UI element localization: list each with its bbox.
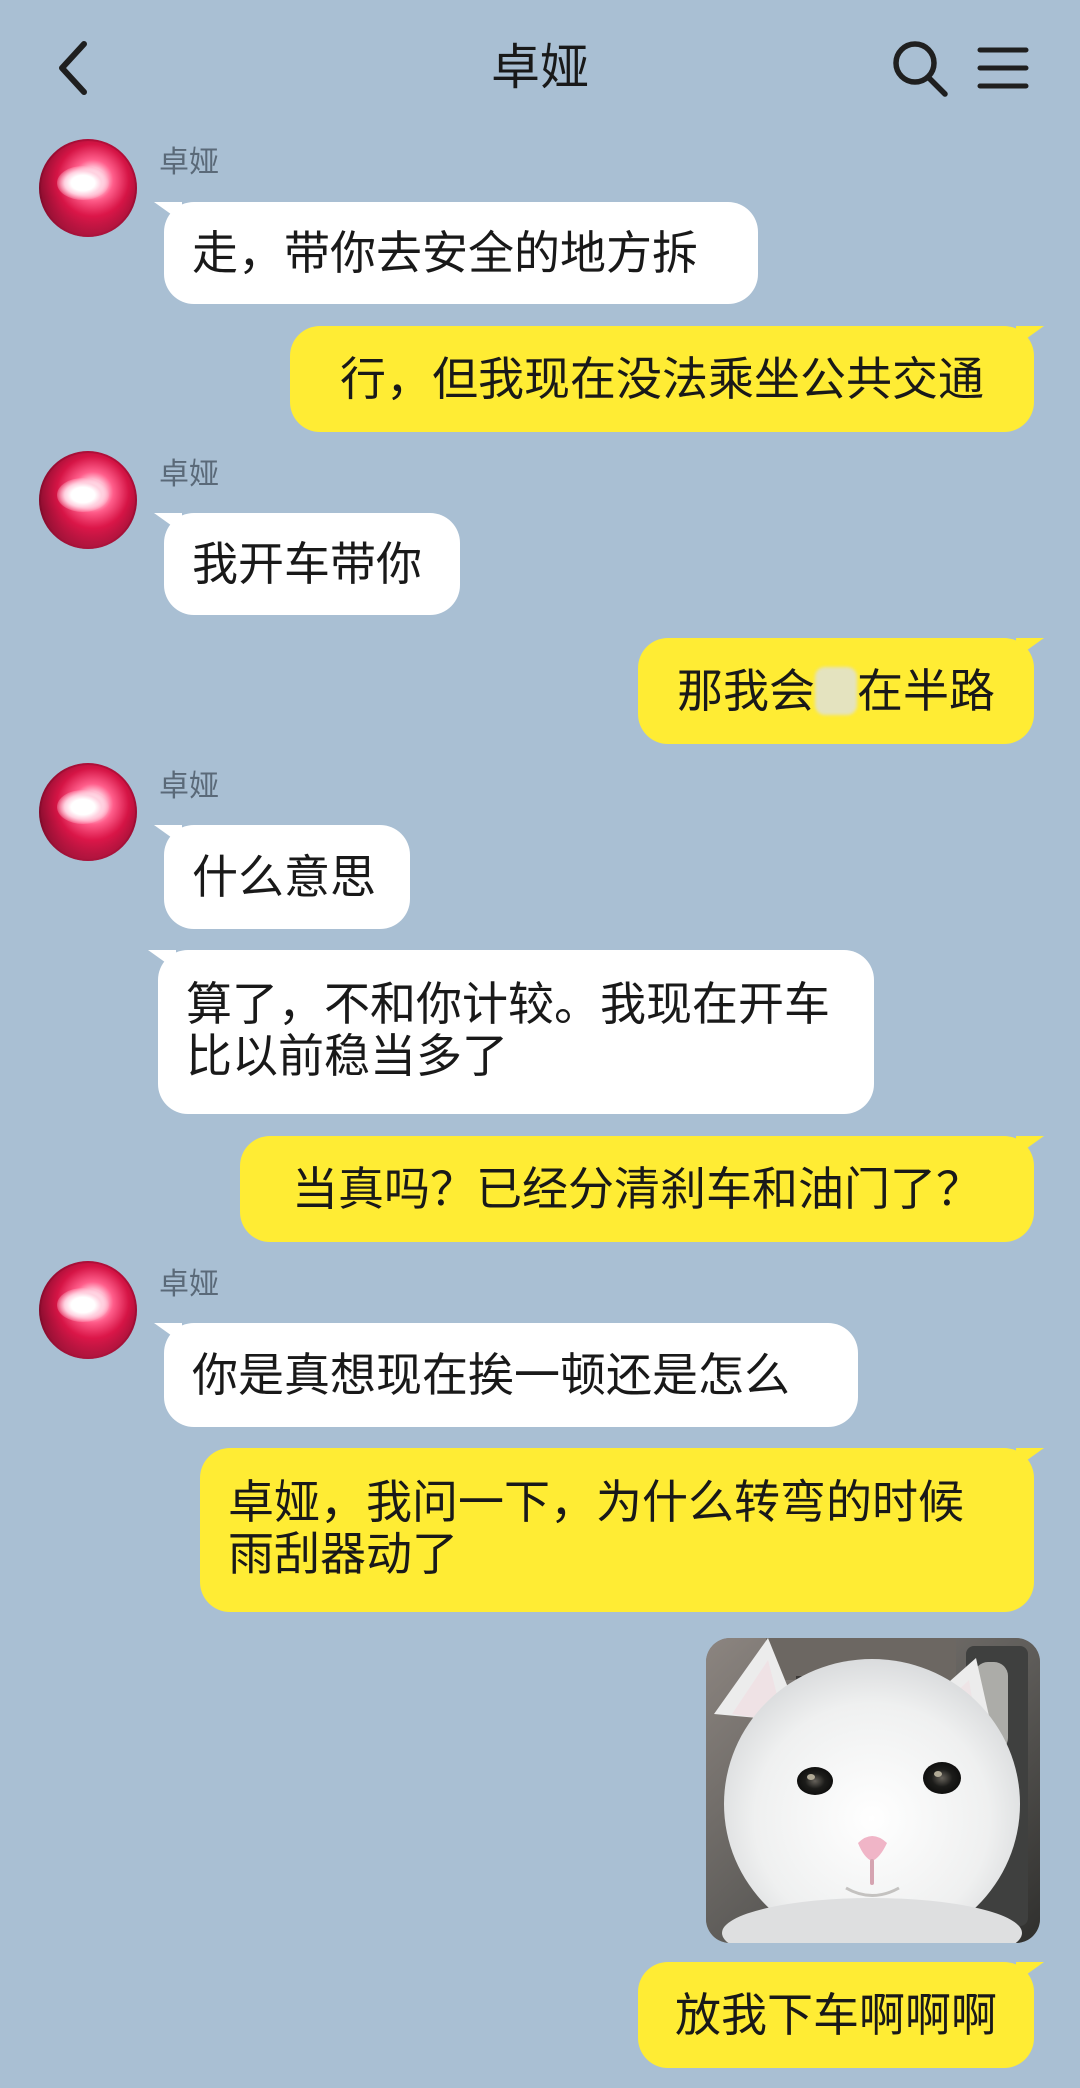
contact-avatar[interactable]: [39, 451, 137, 549]
sender-name: 卓娅: [159, 145, 219, 180]
message-bubble-received[interactable]: 你是真想现在挨一顿还是怎么: [164, 1323, 858, 1427]
contact-avatar[interactable]: [39, 763, 137, 861]
chat-header: 卓娅: [0, 0, 1080, 132]
message-bubble-sent[interactable]: 当真吗？已经分清刹车和油门了？: [240, 1136, 1034, 1242]
message-bubble-received[interactable]: 走，带你去安全的地方拆: [164, 202, 758, 304]
message-bubble-received[interactable]: 算了，不和你计较。我现在开车比以前稳当多了: [158, 950, 874, 1114]
message-bubble-sent[interactable]: 行，但我现在没法乘坐公共交通: [290, 326, 1034, 432]
sender-name: 卓娅: [159, 1267, 219, 1302]
message-bubble-sent[interactable]: 卓娅，我问一下，为什么转弯的时候雨刮器动了: [200, 1448, 1034, 1612]
sender-name: 卓娅: [159, 769, 219, 804]
hamburger-menu-icon: [977, 47, 1029, 89]
blurred-character: [815, 667, 857, 715]
chat-screen: 卓娅 卓娅 走，带你去安全的地方拆 行，但我现在没法乘坐公共交通 卓娅 我开车带…: [0, 0, 1080, 2088]
sender-name: 卓娅: [159, 457, 219, 492]
message-bubble-received[interactable]: 什么意思: [164, 825, 410, 929]
menu-button[interactable]: [976, 42, 1030, 94]
search-button[interactable]: [890, 38, 950, 100]
message-bubble-received[interactable]: 我开车带你: [164, 513, 460, 615]
contact-avatar[interactable]: [39, 1261, 137, 1359]
message-text-part: 在半路: [857, 664, 995, 718]
search-icon: [893, 41, 948, 97]
message-bubble-sent[interactable]: 那我会 在半路: [638, 638, 1034, 744]
message-text-part: 那我会: [677, 664, 815, 718]
contact-avatar[interactable]: [39, 139, 137, 237]
cat-face-image: [706, 1638, 1040, 1943]
message-bubble-sent[interactable]: 放我下车啊啊啊: [638, 1962, 1034, 2068]
cat-face-image[interactable]: [706, 1638, 1040, 1943]
